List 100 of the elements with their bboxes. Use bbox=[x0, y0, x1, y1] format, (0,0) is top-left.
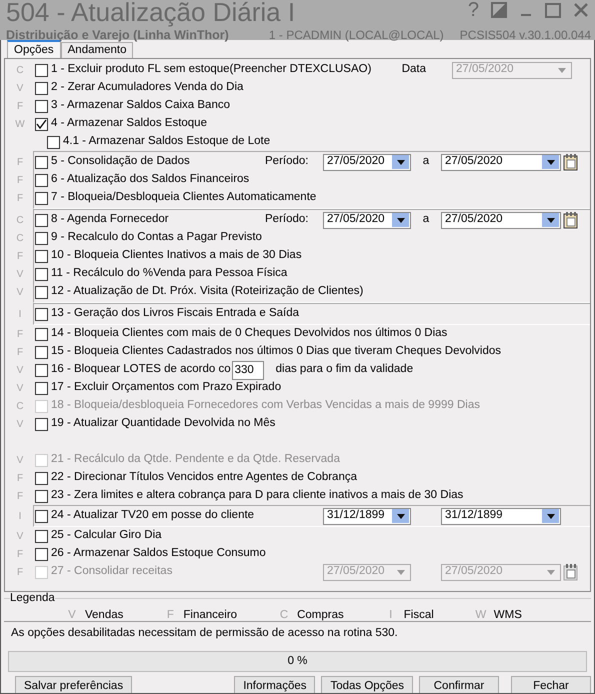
category-letter: C bbox=[15, 232, 25, 246]
calendar-icon bbox=[562, 563, 579, 581]
date-dropdown[interactable]: 27/05/2020 bbox=[441, 154, 561, 170]
category-letter: F bbox=[16, 472, 24, 486]
caret-icon bbox=[546, 216, 556, 224]
legend-letter: W bbox=[474, 608, 488, 623]
checkbox[interactable] bbox=[35, 548, 48, 560]
checkbox[interactable] bbox=[35, 64, 48, 76]
category-letter: V bbox=[16, 418, 24, 432]
user-info: 1 - PCADMIN (LOCAL@LOCAL) bbox=[268, 27, 444, 44]
checkbox[interactable] bbox=[35, 268, 48, 280]
option-label: 4.1 - Armazenar Saldos Estoque de Lote bbox=[63, 134, 270, 150]
theme-icon[interactable] bbox=[491, 2, 507, 18]
caret-icon bbox=[396, 158, 406, 166]
legend-letter: C bbox=[278, 608, 290, 623]
option-label: 13 - Geração dos Livros Fiscais Entrada e Saída bbox=[51, 306, 300, 322]
checkbox[interactable] bbox=[35, 232, 48, 244]
date-dropdown: 27/05/2020 bbox=[452, 62, 572, 78]
caret-icon bbox=[546, 512, 556, 520]
caret-icon bbox=[556, 66, 566, 74]
category-letter: F bbox=[16, 548, 24, 562]
calendar-icon[interactable] bbox=[562, 153, 579, 171]
legend-label: Compras bbox=[297, 608, 344, 623]
calendar-icon[interactable] bbox=[562, 211, 579, 229]
option-label: 17 - Excluir Orçamentos com Prazo Expirado bbox=[51, 380, 282, 396]
tab[interactable]: Opções bbox=[7, 40, 61, 58]
checkbox[interactable] bbox=[35, 192, 48, 204]
option-label: 15 - Bloqueia Clientes Cadastrados nos últimos 0 Dias que tiveram Cheques Devolvidos bbox=[51, 344, 502, 360]
option-label: 6 - Atualização dos Saldos Financeiros bbox=[51, 172, 250, 188]
checkbox[interactable] bbox=[35, 364, 48, 376]
option-label: 27 - Consolidar receitas bbox=[51, 564, 172, 580]
option-label: 22 - Direcionar Títulos Vencidos entre Agentes de Cobrança bbox=[51, 470, 357, 486]
date-label: Data bbox=[402, 62, 426, 78]
action-button[interactable]: Todas Opções bbox=[321, 676, 413, 693]
caret-icon bbox=[396, 568, 406, 576]
checkbox[interactable] bbox=[35, 82, 48, 94]
action-button[interactable]: Fechar bbox=[511, 676, 591, 693]
checkbox[interactable] bbox=[35, 472, 48, 484]
legend-letter: I bbox=[388, 608, 394, 623]
number-field[interactable]: 330 bbox=[232, 360, 264, 380]
checkbox[interactable] bbox=[35, 510, 48, 522]
caret-icon bbox=[396, 216, 406, 224]
checkbox[interactable] bbox=[35, 250, 48, 262]
option-label: 11 - Recálculo do %Venda para Pessoa Física bbox=[51, 266, 288, 282]
checkbox[interactable] bbox=[35, 490, 48, 502]
option-label: 24 - Atualizar TV20 em posse do cliente bbox=[51, 508, 254, 524]
checkbox[interactable] bbox=[35, 100, 48, 112]
action-button[interactable]: Confirmar bbox=[419, 676, 499, 693]
category-letter: F bbox=[16, 328, 24, 342]
close-icon[interactable] bbox=[573, 2, 589, 18]
category-letter: V bbox=[16, 530, 24, 544]
category-letter: C bbox=[15, 400, 25, 414]
category-letter: F bbox=[16, 100, 24, 114]
checkbox[interactable] bbox=[35, 174, 48, 186]
category-letter: W bbox=[14, 118, 26, 132]
legend-label: WMS bbox=[494, 608, 522, 623]
legend-letter: V bbox=[67, 608, 77, 623]
category-letter: F bbox=[16, 250, 24, 264]
option-label: 23 - Zera limites e altera cobrança para D para cliente inativos a mais de 30 Dias bbox=[51, 488, 464, 504]
checkbox[interactable] bbox=[35, 214, 48, 226]
option-label: 8 - Agenda Fornecedor bbox=[51, 212, 169, 228]
category-letter: V bbox=[16, 286, 24, 300]
checkbox[interactable] bbox=[35, 156, 48, 168]
caret-icon bbox=[546, 158, 556, 166]
option-label: 21 - Recálculo da Qtde. Pendente e da Qtde. Reservada bbox=[51, 452, 340, 468]
caret-icon bbox=[546, 568, 556, 576]
date-dropdown[interactable]: 27/05/2020 bbox=[441, 212, 561, 228]
option-label: 7 - Bloqueia/Desbloqueia Clientes Automaticamente bbox=[51, 190, 316, 206]
checkbox[interactable] bbox=[35, 308, 48, 320]
option-label: 26 - Armazenar Saldos Estoque Consumo bbox=[51, 546, 266, 562]
category-letter: V bbox=[16, 382, 24, 396]
date-dropdown[interactable]: 31/12/1899 bbox=[323, 508, 411, 524]
category-letter: C bbox=[15, 64, 25, 78]
option-label: 2 - Zerar Acumuladores Venda do Dia bbox=[51, 80, 244, 96]
date-dropdown[interactable]: 31/12/1899 bbox=[441, 508, 561, 524]
category-letter: F bbox=[16, 192, 24, 206]
legend-label: Financeiro bbox=[183, 608, 238, 623]
maximize-icon[interactable] bbox=[545, 2, 561, 18]
checkbox[interactable] bbox=[35, 530, 48, 542]
option-label: dias para o fim da validade bbox=[276, 362, 414, 378]
action-button[interactable]: Salvar preferências bbox=[15, 676, 132, 693]
date-dropdown[interactable]: 27/05/2020 bbox=[323, 212, 411, 228]
checkbox[interactable] bbox=[35, 328, 48, 340]
legend-label: Vendas bbox=[85, 608, 124, 623]
checkbox[interactable] bbox=[35, 118, 48, 130]
category-letter: V bbox=[16, 454, 24, 468]
action-button[interactable]: Informações bbox=[234, 676, 316, 693]
checkbox[interactable] bbox=[35, 346, 48, 358]
checkbox[interactable] bbox=[35, 418, 48, 430]
checkbox[interactable] bbox=[47, 136, 60, 148]
legend-title: Legenda bbox=[10, 592, 55, 605]
tab[interactable]: Andamento bbox=[60, 42, 134, 58]
category-letter: V bbox=[16, 82, 24, 96]
progress-reading: 0 % bbox=[286, 654, 308, 669]
checkbox[interactable] bbox=[35, 286, 48, 298]
checkbox[interactable] bbox=[35, 382, 48, 394]
window-title: 504 - Atualização Diária I bbox=[6, 0, 296, 24]
category-letter: F bbox=[16, 346, 24, 360]
date-dropdown[interactable]: 27/05/2020 bbox=[323, 154, 411, 170]
category-letter: I bbox=[18, 510, 22, 524]
